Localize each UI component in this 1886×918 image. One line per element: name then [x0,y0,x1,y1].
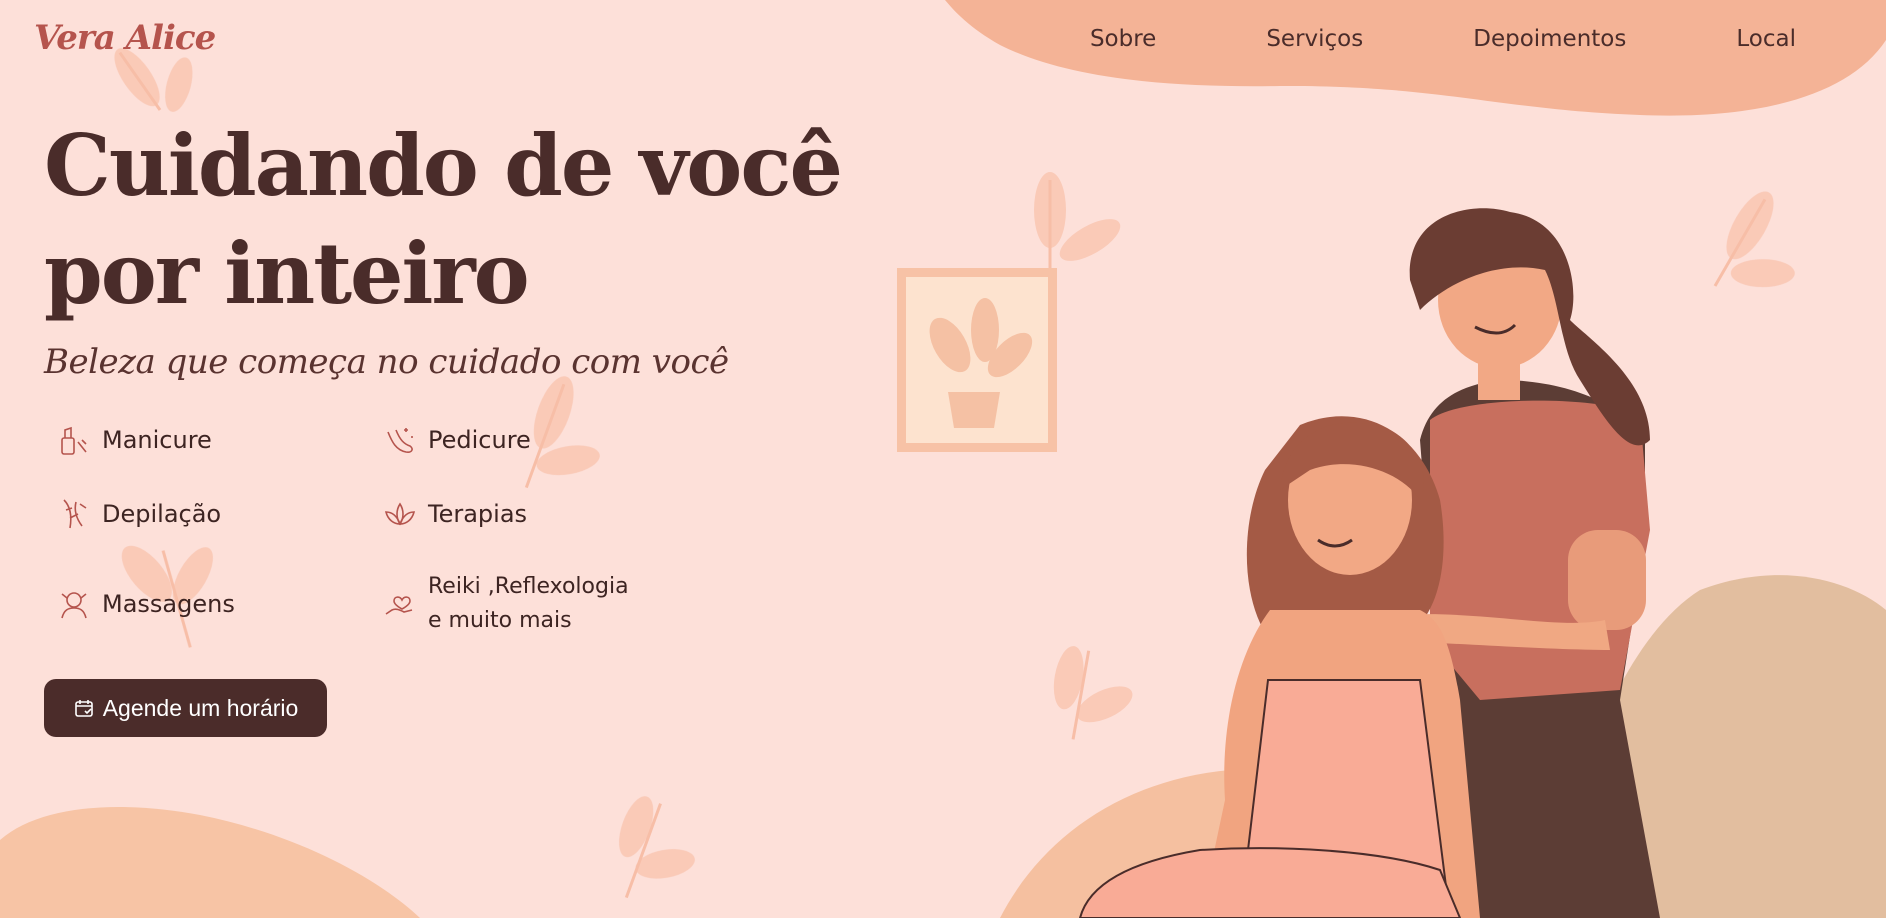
service-label: Terapias [428,500,528,528]
service-label-line-1: Reiki ,Reflexologia [428,574,629,599]
calendar-icon [74,700,93,717]
hero-subtitle: Beleza que começa no cuidado com você [44,342,729,382]
service-label: Massagens [102,590,235,618]
main-nav: Sobre Serviços Depoimentos Local [1090,26,1796,52]
service-item-terapias: Terapias [382,496,527,532]
service-label: Manicure [102,426,212,454]
massage-face-icon [61,592,87,619]
hero-title-line-2: por inteiro [44,224,530,323]
service-label: Depilação [102,500,222,528]
service-item-pedicure: Pedicure [382,422,531,458]
framed-plant-picture [897,268,1057,452]
lotus-icon [384,502,416,526]
bottom-left-blob [0,807,420,918]
service-item-depilacao: Depilação [56,496,221,532]
top-blob [945,0,1886,116]
logo[interactable]: Vera Alice [34,18,216,58]
service-label: Pedicure [428,426,531,454]
hero-title: Cuidando de você por inteiro [44,112,843,328]
service-item-reiki: Reiki ,Reflexologia e muito mais [382,570,629,638]
leg-wax-icon [63,499,87,529]
nav-link-servicos[interactable]: Serviços [1266,26,1363,52]
hand-heart-icon [385,596,413,615]
foot-icon [387,428,413,453]
schedule-button[interactable]: Agende um horário [44,679,327,737]
schedule-button-label: Agende um horário [102,694,299,721]
nav-link-sobre[interactable]: Sobre [1090,26,1156,52]
hero-title-line-1: Cuidando de você [44,116,843,215]
nail-polish-icon [61,426,87,455]
service-item-massagens: Massagens [56,586,235,622]
service-label-line-2: e muito mais [428,608,572,633]
service-item-manicure: Manicure [56,422,212,458]
nav-link-depoimentos[interactable]: Depoimentos [1473,26,1626,52]
nav-link-local[interactable]: Local [1736,26,1796,52]
service-label-multiline: Reiki ,Reflexologia e muito mais [428,570,629,638]
